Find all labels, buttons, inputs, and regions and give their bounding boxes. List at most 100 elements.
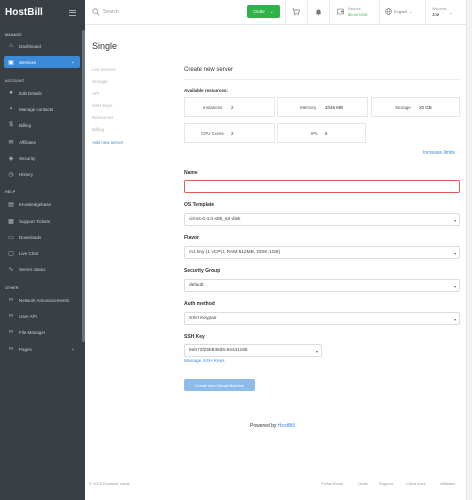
section-title-help: HELP [5, 190, 16, 194]
resource-value: 2048 MB [325, 104, 344, 110]
sidebar-item-knowledgebase[interactable]: ▤ Knowledgebase [4, 198, 80, 210]
sidebar-item-label: History [19, 171, 34, 177]
order-button-label: Order [253, 9, 265, 14]
balance-display[interactable]: Balance $0.00 USD [348, 7, 368, 17]
name-field[interactable] [184, 180, 460, 193]
order-button[interactable]: Order ⌄ [247, 5, 280, 18]
download-icon: ▭ [8, 234, 14, 241]
sidebar-item-manage-contacts[interactable]: ▪ Manage contacts [4, 103, 80, 115]
sidebar-item-support-tickets[interactable]: ▦ Support Tickets [4, 215, 80, 227]
footer-link-portal-home[interactable]: Portal Home [321, 481, 343, 486]
sidebar-item-label: Security [19, 155, 36, 161]
sidebar-item-label: Support Tickets [19, 218, 51, 224]
subnav-ssh-keys[interactable]: SSH Keys [92, 103, 113, 108]
os-template-value: cirros-0.4.0-x86_64-disk [189, 217, 241, 222]
caret-down-icon: ▾ [453, 317, 456, 322]
create-vm-button[interactable]: Create new Virtual Machine [184, 379, 255, 391]
user-menu[interactable]: Welcome Joe [432, 7, 447, 17]
sidebar-item-file-manager[interactable]: ∞ File Manager [4, 326, 80, 338]
dollar-icon: $ [9, 122, 13, 128]
subnav-add-new-server[interactable]: Add new server [92, 140, 123, 145]
sidebar-item-edit-details[interactable]: ● Edit Details [4, 87, 80, 99]
link-icon: ∞ [8, 313, 14, 319]
chevron-down-icon: ⌄ [409, 9, 413, 14]
sidebar-item-dashboard[interactable]: ⌂ Dashboard [4, 40, 80, 52]
home-icon: ⌂ [9, 43, 13, 49]
security-group-label: Security Group [184, 268, 221, 274]
resources-title: Available resources: [184, 88, 228, 93]
os-template-select[interactable]: cirros-0.4.0-x86_64-disk ▾ [184, 213, 460, 226]
name-label: Name [184, 170, 198, 176]
chevron-down-icon[interactable]: ⌄ [449, 10, 452, 15]
history-icon: ◷ [8, 171, 14, 178]
sidebar-item-label: Downloads [19, 234, 42, 240]
auth-method-label: Auth method [184, 301, 215, 307]
subnav-list-servers[interactable]: List Servers [92, 67, 116, 72]
link-icon: ∞ [8, 346, 14, 352]
book-icon: ▤ [8, 201, 14, 208]
contacts-icon: ▪ [9, 106, 13, 112]
subnav-api[interactable]: API [92, 91, 99, 96]
increase-limits-link[interactable]: Increase limits [423, 150, 455, 156]
sidebar-item-live-chat[interactable]: ▢ Live Chat [4, 247, 80, 259]
sidebar-scrollbar[interactable] [82, 30, 85, 342]
resource-label: IPs [311, 130, 318, 136]
sidebar-item-user-api[interactable]: ∞ User API [4, 310, 80, 322]
search-icon [92, 8, 100, 16]
resource-label: Instances [203, 104, 223, 110]
sidebar-item-label: File Manager [19, 329, 46, 335]
section-title-account: ACCOUNT [5, 79, 25, 83]
flavor-label: Flavor [184, 235, 200, 241]
resource-value: 2 [231, 130, 234, 136]
footer-link-support[interactable]: Support [379, 481, 393, 486]
resource-label: Storage [395, 104, 411, 110]
section-title-other: OTHER [5, 286, 19, 290]
ssh-key-value: 5eb72f25b838d5-64441196 [189, 348, 248, 353]
sidebar-item-affiliates[interactable]: ✉ Affiliates [4, 136, 80, 148]
hamburger-menu-icon[interactable] [69, 9, 76, 16]
user-icon: ● [9, 90, 13, 96]
sidebar-item-label: Live Chat [19, 250, 39, 256]
footer-copyright: © 2020 Example name [89, 481, 130, 486]
caret-down-icon: ▾ [453, 218, 456, 223]
flavor-select[interactable]: m1.tiny (1 vCPU, RAM:512MB, DISK:1GB) ▾ [184, 246, 460, 259]
sidebar-item-label: Affiliates [19, 139, 36, 145]
footer-link-client-area[interactable]: Client Area [406, 481, 426, 486]
cart-icon[interactable] [292, 8, 300, 16]
sidebar-item-history[interactable]: ◷ History [4, 168, 80, 180]
sidebar-item-downloads[interactable]: ▭ Downloads [4, 231, 80, 243]
security-group-select[interactable]: default ▾ [184, 279, 460, 292]
ssh-key-select[interactable]: 5eb72f25b838d5-64441196 ▾ [184, 344, 322, 357]
bell-icon[interactable] [315, 8, 322, 16]
search-input[interactable] [103, 7, 223, 17]
manage-ssh-keys-link[interactable]: Manage SSH Keys [184, 359, 225, 364]
subnav-billing[interactable]: Billing [92, 127, 104, 132]
sidebar-item-services[interactable]: ▣ Services ⌄ [4, 56, 80, 68]
globe-icon [385, 8, 392, 15]
sidebar-item-network-announcements[interactable]: ∞ Network Announcements [4, 294, 80, 306]
powered-by: Powered by HostBill [250, 423, 295, 429]
page-title: Single [92, 41, 118, 51]
header-divider [329, 0, 330, 25]
wallet-icon [337, 8, 344, 15]
header-divider [379, 0, 380, 25]
subnav-resources[interactable]: Resources [92, 115, 114, 120]
sidebar-item-billing[interactable]: $ Billing [4, 119, 80, 131]
footer-link-order[interactable]: Order [358, 481, 368, 486]
language-selector[interactable]: English ⌄ [385, 8, 412, 15]
header-divider [425, 0, 426, 25]
auth-method-select[interactable]: SSH Keypair ▾ [184, 312, 460, 325]
balance-value: $0.00 USD [348, 12, 368, 17]
os-template-label: OS Template [184, 202, 215, 208]
footer-link-affiliates[interactable]: Affiliates [440, 481, 455, 486]
hostbill-logo[interactable]: HostBill [5, 7, 43, 18]
sidebar-item-pages[interactable]: ∞ Pages ⌄ [4, 343, 80, 355]
sidebar-item-security[interactable]: ◈ Security [4, 152, 80, 164]
page-scrollbar[interactable] [466, 0, 472, 500]
subnav-storage[interactable]: Storage [92, 79, 108, 84]
powered-by-link[interactable]: HostBill [278, 423, 295, 429]
resource-label: Memory [300, 104, 317, 110]
sidebar-item-server-status[interactable]: ∿ Server status [4, 263, 80, 275]
sidebar: HostBill MANAGE ⌂ Dashboard ▣ Services ⌄ AC… [0, 0, 85, 500]
sidebar-item-label: Edit Details [19, 90, 42, 96]
